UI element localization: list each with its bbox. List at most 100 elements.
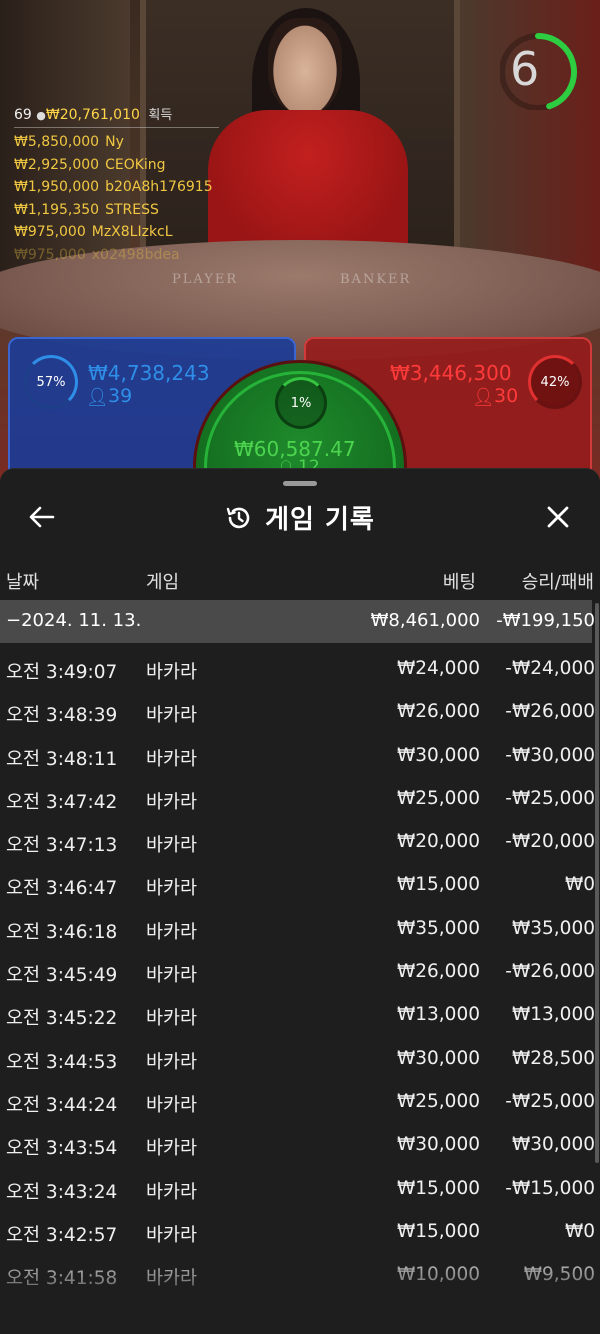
bettor-amount: ₩975,000 (14, 224, 86, 240)
row-winloss: -₩24,000 (505, 658, 595, 679)
row-time: 오전 3:43:54 (6, 1138, 118, 1160)
row-winloss: ₩30,000 (511, 1134, 595, 1156)
history-row[interactable]: 오전 3:46:47 바카라 ₩15,000 ₩0 (0, 863, 600, 906)
player-bet-amount: ₩4,738,243 (88, 361, 210, 385)
history-row[interactable]: 오전 3:42:57 바카라 ₩15,000 ₩0 (0, 1210, 600, 1253)
row-time: 오전 3:44:53 (6, 1051, 118, 1073)
dealer-body (208, 110, 408, 260)
history-row[interactable]: 오전 3:44:53 바카라 ₩30,000 ₩28,500 (0, 1037, 600, 1080)
history-row[interactable]: 오전 3:46:18 바카라 ₩35,000 ₩35,000 (0, 907, 600, 950)
row-game: 바카라 (146, 921, 198, 943)
drag-handle[interactable] (283, 481, 317, 486)
row-bet: ₩15,000 (396, 874, 480, 896)
history-row[interactable]: 오전 3:47:13 바카라 ₩20,000 -₩20,000 (0, 820, 600, 863)
countdown-number: 6 (510, 42, 540, 96)
column-header-date: 날짜 (6, 572, 40, 593)
row-bet: ₩30,000 (396, 744, 480, 766)
row-game: 바카라 (146, 791, 198, 813)
banker-percent-ring: 42% (528, 355, 582, 409)
row-time: 오전 3:49:07 (6, 662, 118, 683)
history-row[interactable]: 오전 3:49:07 바카라 ₩24,000 -₩24,000 (0, 647, 600, 690)
bettor-name: CEOKing (105, 156, 166, 173)
date-group-bet-total: ₩8,461,000 (370, 610, 480, 631)
row-bet: ₩15,000 (396, 1220, 480, 1242)
bettor-name: Ny (105, 134, 124, 150)
row-time: 오전 3:48:11 (6, 748, 118, 770)
table-label-banker: BANKER (340, 272, 412, 287)
bettor-amount: ₩2,925,000 (14, 156, 100, 173)
history-row[interactable]: 오전 3:43:24 바카라 ₩15,000 -₩15,000 (0, 1167, 600, 1210)
row-game: 바카라 (146, 965, 198, 987)
column-header-game: 게임 (146, 572, 180, 593)
winners-count: 69 (14, 107, 32, 123)
row-bet: ₩20,000 (396, 831, 480, 853)
row-time: 오전 3:45:49 (6, 965, 118, 987)
row-game: 바카라 (146, 662, 198, 683)
bettor-amount: ₩1,195,350 (14, 201, 100, 218)
date-group-row[interactable]: −2024. 11. 13. ₩8,461,000 -₩199,150 (0, 600, 595, 643)
column-header-bet: 베팅 (442, 572, 476, 593)
bettor-row: ₩5,850,000 Ny (14, 134, 219, 157)
tie-bet-amount: ₩60,587.47 (234, 437, 356, 461)
row-time: 오전 3:45:22 (6, 1008, 118, 1030)
top-bettors-list: 69 ●₩20,761,010 획득 ₩5,850,000 Ny ₩2,925,0… (14, 104, 219, 269)
row-game: 바카라 (146, 878, 198, 900)
row-bet: ₩26,000 (396, 961, 480, 983)
row-bet: ₩35,000 (396, 917, 480, 939)
bettor-row: ₩1,950,000 b20A8h176915 (14, 179, 219, 202)
row-bet: ₩24,000 (396, 658, 480, 679)
bettor-amount: ₩5,850,000 (14, 134, 100, 150)
table-label-player: PLAYER (172, 272, 239, 287)
player-bettor-count: 39 (108, 385, 133, 407)
history-row[interactable]: 오전 3:48:39 바카라 ₩26,000 -₩26,000 (0, 690, 600, 733)
close-button[interactable] (538, 497, 578, 537)
row-winloss: -₩15,000 (505, 1177, 595, 1199)
row-game: 바카라 (146, 1181, 198, 1203)
row-winloss: ₩35,000 (511, 917, 595, 939)
bettor-name: MzX8LIzkcL (91, 224, 173, 240)
row-game: 바카라 (146, 1138, 198, 1160)
row-winloss: ₩0 (564, 874, 595, 896)
history-row[interactable]: 오전 3:48:11 바카라 ₩30,000 -₩30,000 (0, 734, 600, 777)
user-icon: ● (36, 109, 46, 122)
history-row[interactable]: 오전 3:43:54 바카라 ₩30,000 ₩30,000 (0, 1123, 600, 1166)
row-bet: ₩13,000 (396, 1004, 480, 1026)
user-icon: 👤︎ (472, 387, 495, 408)
bettor-amount: ₩1,950,000 (14, 179, 100, 195)
row-game: 바카라 (146, 748, 198, 770)
row-winloss: -₩20,000 (505, 831, 595, 853)
close-x-icon (547, 506, 569, 528)
row-winloss: ₩0 (564, 1220, 595, 1242)
row-time: 오전 3:47:42 (6, 791, 118, 813)
bettor-row: ₩2,925,000 CEOKing (14, 157, 219, 180)
bettor-row: ₩975,000 x02498bdea (14, 247, 219, 270)
betting-countdown: 6 (499, 20, 578, 111)
history-row[interactable]: 오전 3:41:58 바카라 ₩10,000 ₩9,500 (0, 1253, 600, 1296)
sheet-title-wrap: 게임 기록 (0, 499, 600, 536)
row-winloss: -₩25,000 (505, 787, 595, 809)
row-time: 오전 3:47:13 (6, 835, 118, 857)
row-bet: ₩30,000 (396, 1047, 480, 1069)
row-time: 오전 3:46:47 (6, 878, 118, 900)
row-bet: ₩26,000 (396, 701, 480, 723)
winners-summary: 69 ●₩20,761,010 획득 (14, 104, 219, 128)
bettor-row: ₩975,000 MzX8LIzkcL (14, 224, 219, 247)
row-time: 오전 3:48:39 (6, 705, 118, 727)
tie-percent-ring: 1% (275, 377, 327, 429)
history-row[interactable]: 오전 3:47:42 바카라 ₩25,000 -₩25,000 (0, 777, 600, 820)
banker-percent: 42% (540, 374, 570, 390)
history-row[interactable]: 오전 3:44:24 바카라 ₩25,000 -₩25,000 (0, 1080, 600, 1123)
game-history-sheet: 게임 기록 날짜 게임 베팅 승리/패배 −2024. 11. 13. ₩8,4… (0, 468, 600, 1334)
history-rows: 오전 3:49:07 바카라 ₩24,000 -₩24,000 오전 3:48:39 바카… (0, 647, 600, 1296)
history-row[interactable]: 오전 3:45:22 바카라 ₩13,000 ₩13,000 (0, 993, 600, 1036)
date-group-winloss-total: -₩199,150 (496, 610, 595, 631)
row-bet: ₩25,000 (396, 1090, 480, 1112)
row-winloss: -₩30,000 (505, 744, 595, 766)
player-percent: 57% (36, 374, 66, 390)
sheet-title: 게임 기록 (265, 505, 375, 535)
history-row[interactable]: 오전 3:45:49 바카라 ₩26,000 -₩26,000 (0, 950, 600, 993)
row-time: 오전 3:46:18 (6, 921, 118, 943)
user-icon: 👤︎ (86, 387, 109, 408)
winners-suffix: 획득 (148, 108, 173, 123)
row-bet: ₩25,000 (396, 787, 480, 809)
